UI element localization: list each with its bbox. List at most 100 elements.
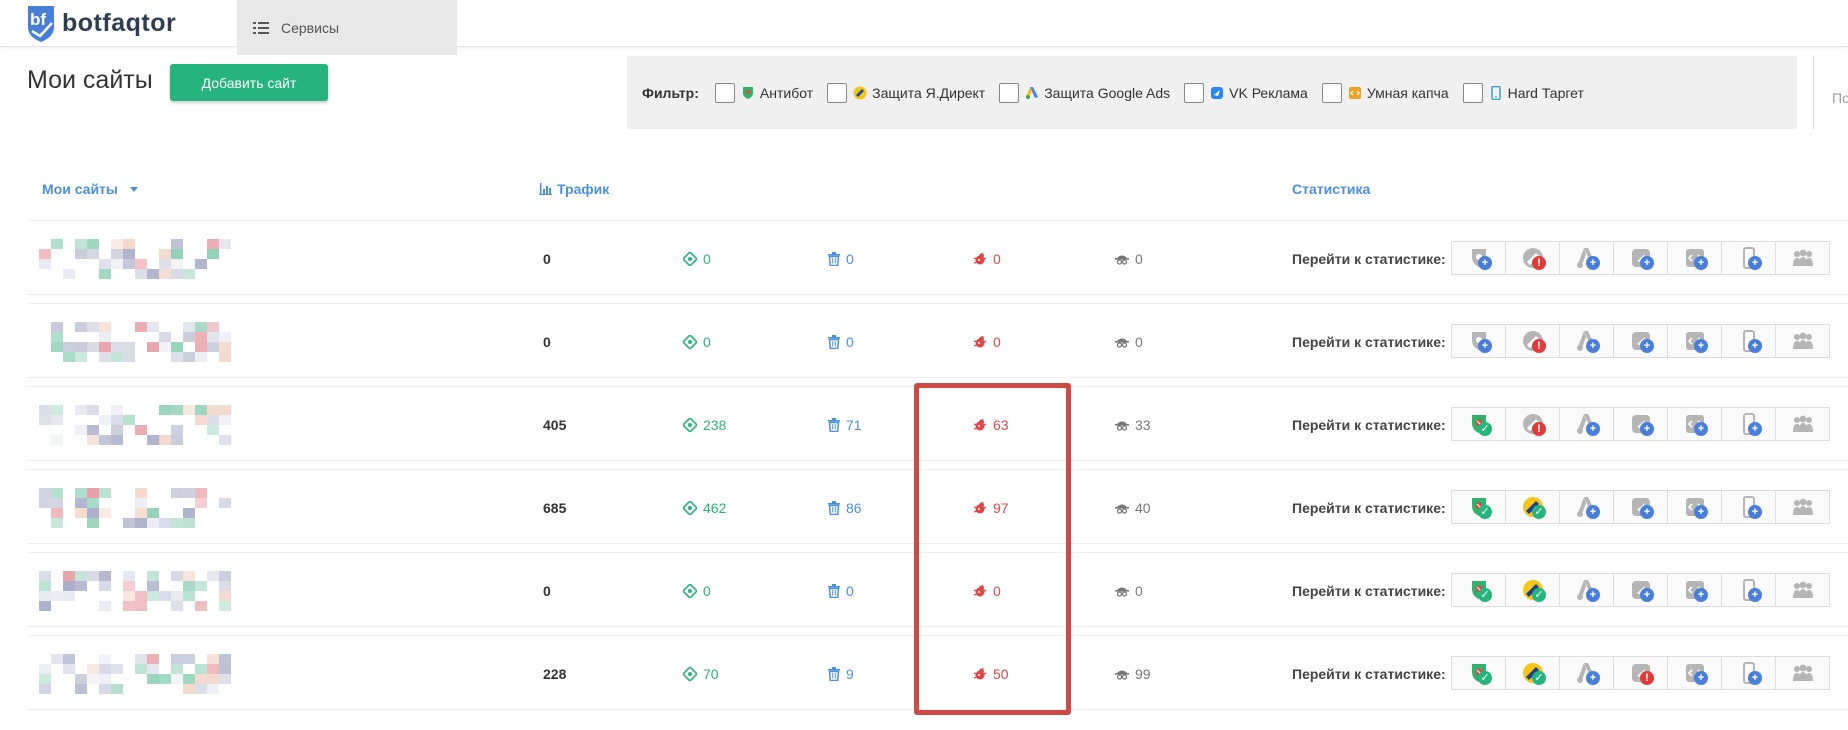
filter-option[interactable]: Умная капча: [1321, 82, 1449, 103]
service-button-vk-ads-icon[interactable]: +: [1613, 573, 1668, 607]
metric-blue-value: 0: [846, 333, 854, 350]
site-name-blurred[interactable]: [39, 567, 289, 615]
audience-icon: [1792, 664, 1813, 681]
service-button-antibot-icon[interactable]: ✓: [1451, 656, 1506, 690]
service-button-antibot-icon[interactable]: ✓: [1451, 573, 1506, 607]
metric-gray: 0: [1115, 221, 1143, 296]
search-input[interactable]: По: [1813, 56, 1848, 129]
service-button-smart-captcha-icon[interactable]: +: [1667, 656, 1722, 690]
filter-option[interactable]: VK Реклама: [1184, 82, 1308, 103]
logo-text: botfaqtor: [62, 8, 177, 37]
service-button-antibot-icon[interactable]: ✓: [1451, 490, 1506, 524]
service-button-google-ads-icon[interactable]: +: [1559, 490, 1614, 524]
filter-option[interactable]: Защита Google Ads: [999, 82, 1170, 103]
add-badge-icon: +: [1694, 339, 1708, 353]
site-name-blurred[interactable]: [39, 318, 289, 366]
sort-down-icon[interactable]: [129, 186, 138, 192]
filter-checkbox[interactable]: [827, 82, 848, 103]
service-button-yandex-direct-icon[interactable]: ✓: [1505, 490, 1560, 524]
service-button-vk-ads-icon[interactable]: +: [1613, 407, 1668, 441]
service-button-smart-captcha-icon[interactable]: +: [1667, 324, 1722, 358]
service-button-yandex-direct-icon[interactable]: ✓: [1505, 573, 1560, 607]
site-name-blurred[interactable]: [39, 401, 289, 449]
service-button-smart-captcha-icon[interactable]: +: [1667, 407, 1722, 441]
service-button-audience-icon[interactable]: [1775, 490, 1830, 524]
column-header-traffic[interactable]: Трафик: [539, 181, 609, 197]
check-badge-icon: ✓: [1478, 422, 1492, 436]
add-site-button[interactable]: Добавить сайт: [170, 64, 328, 101]
trash-icon: [828, 666, 840, 681]
add-badge-icon: +: [1694, 588, 1708, 602]
service-button-hard-target-icon[interactable]: +: [1721, 490, 1776, 524]
service-button-vk-ads-icon[interactable]: +: [1613, 324, 1668, 358]
filter-checkbox[interactable]: [999, 82, 1020, 103]
service-buttons: ✓ ✓ + + + +: [1451, 490, 1830, 524]
service-button-yandex-direct-icon[interactable]: ✓: [1505, 656, 1560, 690]
add-badge-icon: +: [1640, 339, 1654, 353]
column-header-sites[interactable]: Мои сайты: [42, 181, 138, 197]
service-button-antibot-icon[interactable]: ✓: [1451, 407, 1506, 441]
service-button-yandex-direct-icon[interactable]: !: [1505, 324, 1560, 358]
metric-red: 0: [973, 221, 1001, 296]
metric-red: 97: [973, 470, 1009, 545]
service-button-audience-icon[interactable]: [1775, 407, 1830, 441]
service-button-audience-icon[interactable]: [1775, 241, 1830, 275]
trash-icon: [828, 251, 840, 266]
service-button-google-ads-icon[interactable]: +: [1559, 241, 1614, 275]
service-button-smart-captcha-icon[interactable]: +: [1667, 573, 1722, 607]
metric-red-value: 50: [993, 665, 1009, 682]
metric-blue-value: 9: [846, 665, 854, 682]
spy-icon: [1115, 338, 1129, 348]
filter-checkbox[interactable]: [1462, 82, 1483, 103]
service-button-antibot-icon[interactable]: +: [1451, 324, 1506, 358]
metric-blue-value: 0: [846, 250, 854, 267]
service-button-vk-ads-icon[interactable]: +: [1613, 490, 1668, 524]
site-name-blurred[interactable]: [39, 235, 289, 283]
vk-icon: [1211, 86, 1224, 99]
service-button-hard-target-icon[interactable]: +: [1721, 407, 1776, 441]
service-button-audience-icon[interactable]: [1775, 656, 1830, 690]
captcha-code-icon: [1348, 86, 1361, 99]
filter-checkbox[interactable]: [1321, 82, 1342, 103]
logo[interactable]: bf botfaqtor: [26, 3, 176, 43]
add-badge-icon: +: [1586, 422, 1600, 436]
service-button-google-ads-icon[interactable]: +: [1559, 656, 1614, 690]
service-button-audience-icon[interactable]: [1775, 324, 1830, 358]
target-icon: [683, 334, 697, 349]
go-to-stats-label: Перейти к статистике:: [1292, 250, 1446, 267]
service-buttons: +! + + + +: [1451, 241, 1830, 275]
service-button-hard-target-icon[interactable]: +: [1721, 324, 1776, 358]
metric-red-value: 97: [993, 499, 1009, 516]
filter-option[interactable]: Hard Таргет: [1462, 82, 1584, 103]
service-button-google-ads-icon[interactable]: +: [1559, 407, 1614, 441]
metric-blue-value: 71: [846, 416, 862, 433]
service-button-vk-ads-icon[interactable]: !: [1613, 656, 1668, 690]
metric-gray-value: 99: [1135, 665, 1151, 682]
target-icon: [683, 417, 697, 432]
go-to-stats-label: Перейти к статистике:: [1292, 333, 1446, 350]
filter-option[interactable]: Защита Я.Директ: [827, 82, 985, 103]
service-button-google-ads-icon[interactable]: +: [1559, 324, 1614, 358]
metric-green: 0: [683, 221, 711, 296]
service-button-antibot-icon[interactable]: +: [1451, 241, 1506, 275]
filter-option[interactable]: Антибот: [714, 82, 813, 103]
service-buttons: ✓ ✓ +! + +: [1451, 656, 1830, 690]
service-button-smart-captcha-icon[interactable]: +: [1667, 490, 1722, 524]
service-button-google-ads-icon[interactable]: +: [1559, 573, 1614, 607]
site-name-blurred[interactable]: [39, 650, 289, 698]
add-badge-icon: +: [1586, 505, 1600, 519]
site-name-blurred[interactable]: [39, 484, 289, 532]
service-button-smart-captcha-icon[interactable]: +: [1667, 241, 1722, 275]
check-badge-icon: ✓: [1478, 505, 1492, 519]
metric-traffic-value: 0: [543, 333, 551, 350]
filter-checkbox[interactable]: [1184, 82, 1205, 103]
service-button-vk-ads-icon[interactable]: +: [1613, 241, 1668, 275]
filter-checkbox[interactable]: [714, 82, 735, 103]
service-button-audience-icon[interactable]: [1775, 573, 1830, 607]
service-button-hard-target-icon[interactable]: +: [1721, 656, 1776, 690]
services-menu-tab[interactable]: Сервисы: [237, 0, 457, 55]
service-button-hard-target-icon[interactable]: +: [1721, 241, 1776, 275]
service-button-yandex-direct-icon[interactable]: !: [1505, 241, 1560, 275]
service-button-hard-target-icon[interactable]: +: [1721, 573, 1776, 607]
service-button-yandex-direct-icon[interactable]: !: [1505, 407, 1560, 441]
